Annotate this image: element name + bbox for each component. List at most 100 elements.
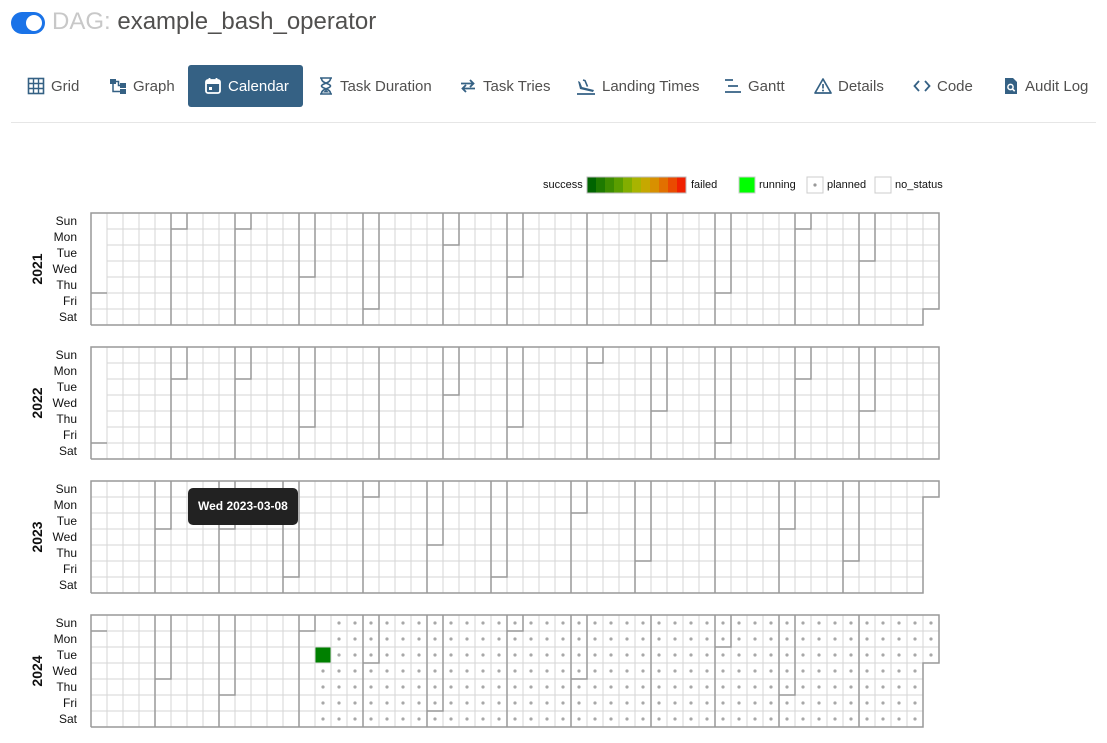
- day-cell[interactable]: [730, 512, 748, 530]
- day-cell[interactable]: [842, 426, 860, 444]
- day-cell[interactable]: [762, 576, 780, 594]
- day-cell[interactable]: [330, 410, 348, 428]
- day-cell[interactable]: [458, 480, 476, 498]
- day-cell[interactable]: [538, 228, 556, 246]
- day-cell[interactable]: [906, 212, 924, 230]
- day-cell[interactable]: [458, 410, 476, 428]
- day-cell[interactable]: [298, 394, 316, 412]
- day-cell[interactable]: [330, 276, 348, 294]
- day-cell[interactable]: [458, 512, 476, 530]
- day-cell[interactable]: [138, 410, 156, 428]
- day-cell[interactable]: [538, 212, 556, 230]
- day-cell[interactable]: [730, 212, 748, 230]
- day-cell[interactable]: [794, 228, 812, 246]
- day-cell[interactable]: [186, 662, 204, 680]
- day-cell[interactable]: [282, 426, 300, 444]
- day-cell[interactable]: [314, 630, 332, 648]
- day-cell[interactable]: [682, 244, 700, 262]
- day-cell[interactable]: [170, 544, 188, 562]
- day-cell[interactable]: [906, 576, 924, 594]
- day-cell[interactable]: [442, 480, 460, 498]
- day-cell[interactable]: [922, 394, 940, 412]
- day-cell[interactable]: [282, 544, 300, 562]
- day-cell[interactable]: [778, 362, 796, 380]
- day-cell[interactable]: [282, 694, 300, 712]
- day-cell[interactable]: [554, 394, 572, 412]
- day-cell[interactable]: [586, 512, 604, 530]
- day-cell[interactable]: [650, 576, 668, 594]
- day-cell[interactable]: [634, 276, 652, 294]
- day-cell[interactable]: [266, 228, 284, 246]
- day-cell[interactable]: [442, 560, 460, 578]
- day-cell[interactable]: [266, 212, 284, 230]
- day-cell[interactable]: [826, 496, 844, 514]
- day-cell[interactable]: [554, 496, 572, 514]
- day-cell[interactable]: [106, 292, 124, 310]
- day-cell[interactable]: [346, 212, 364, 230]
- day-cell[interactable]: [346, 346, 364, 364]
- day-cell[interactable]: [330, 362, 348, 380]
- day-cell[interactable]: [842, 512, 860, 530]
- day-cell[interactable]: [522, 410, 540, 428]
- day-cell[interactable]: [506, 560, 524, 578]
- day-cell[interactable]: [730, 426, 748, 444]
- day-cell[interactable]: [858, 346, 876, 364]
- day-cell[interactable]: [138, 662, 156, 680]
- day-cell[interactable]: [458, 528, 476, 546]
- day-cell[interactable]: [858, 212, 876, 230]
- day-cell[interactable]: [122, 260, 140, 278]
- day-cell[interactable]: [250, 630, 268, 648]
- day-cell[interactable]: [650, 544, 668, 562]
- day-cell[interactable]: [778, 496, 796, 514]
- day-cell[interactable]: [362, 228, 380, 246]
- day-cell[interactable]: [650, 410, 668, 428]
- day-cell[interactable]: [122, 630, 140, 648]
- day-cell[interactable]: [250, 442, 268, 460]
- day-cell[interactable]: [90, 496, 108, 514]
- day-cell[interactable]: [906, 544, 924, 562]
- day-cell[interactable]: [250, 710, 268, 728]
- day-cell[interactable]: [602, 512, 620, 530]
- day-cell[interactable]: [906, 528, 924, 546]
- day-cell[interactable]: [362, 480, 380, 498]
- day-cell[interactable]: [218, 426, 236, 444]
- day-cell[interactable]: [106, 560, 124, 578]
- day-cell[interactable]: [234, 678, 252, 696]
- day-cell[interactable]: [362, 260, 380, 278]
- day-cell[interactable]: [746, 394, 764, 412]
- day-cell[interactable]: [906, 308, 924, 326]
- day-cell[interactable]: [842, 528, 860, 546]
- day-cell[interactable]: [714, 244, 732, 262]
- day-cell[interactable]: [762, 244, 780, 262]
- day-cell[interactable]: [474, 228, 492, 246]
- day-cell[interactable]: [490, 528, 508, 546]
- day-cell[interactable]: [106, 614, 124, 632]
- day-cell[interactable]: [474, 292, 492, 310]
- day-cell[interactable]: [218, 394, 236, 412]
- day-cell[interactable]: [778, 576, 796, 594]
- day-cell[interactable]: [730, 244, 748, 262]
- day-cell[interactable]: [394, 362, 412, 380]
- day-cell[interactable]: [554, 260, 572, 278]
- day-cell[interactable]: [618, 442, 636, 460]
- day-cell[interactable]: [186, 410, 204, 428]
- day-cell[interactable]: [106, 276, 124, 294]
- day-cell[interactable]: [586, 346, 604, 364]
- day-cell[interactable]: [570, 442, 588, 460]
- day-cell[interactable]: [858, 496, 876, 514]
- day-cell[interactable]: [602, 228, 620, 246]
- day-cell[interactable]: [218, 410, 236, 428]
- day-cell[interactable]: [394, 442, 412, 460]
- day-cell[interactable]: [234, 276, 252, 294]
- day-cell[interactable]: [330, 426, 348, 444]
- day-cell[interactable]: [218, 308, 236, 326]
- day-cell[interactable]: [282, 662, 300, 680]
- day-cell[interactable]: [826, 212, 844, 230]
- day-cell[interactable]: [106, 528, 124, 546]
- day-cell[interactable]: [170, 576, 188, 594]
- day-cell[interactable]: [890, 378, 908, 396]
- day-cell[interactable]: [154, 212, 172, 230]
- day-cell[interactable]: [346, 410, 364, 428]
- day-cell[interactable]: [874, 260, 892, 278]
- day-cell[interactable]: [698, 244, 716, 262]
